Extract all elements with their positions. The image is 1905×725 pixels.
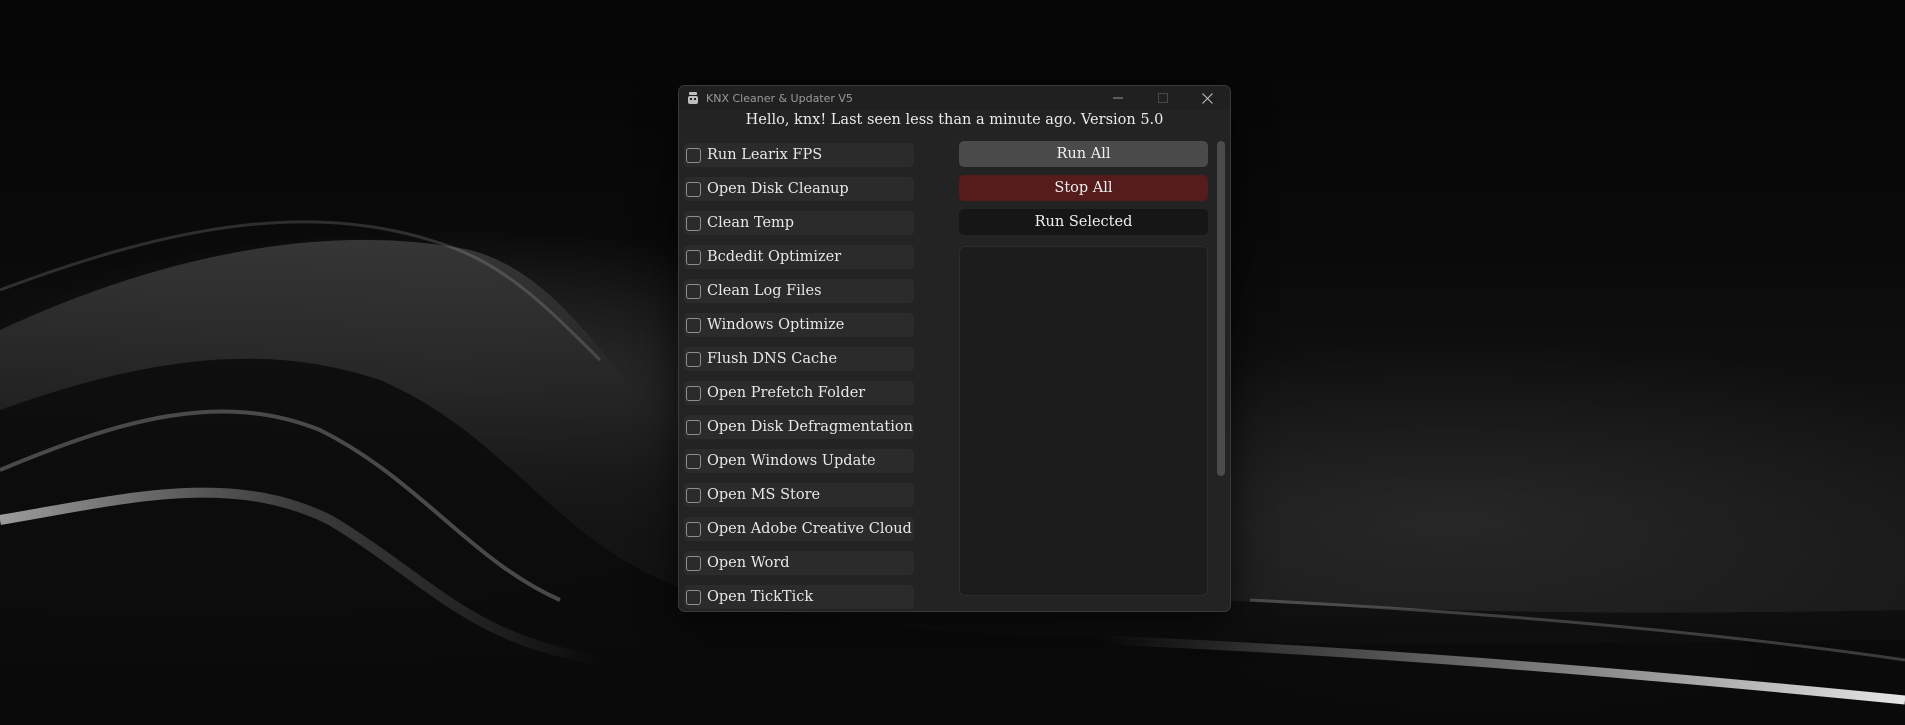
- task-checkbox-run-learix-fps[interactable]: Run Learix FPS: [684, 143, 914, 167]
- checkbox[interactable]: [686, 215, 701, 231]
- checkbox[interactable]: [686, 453, 701, 469]
- checkbox[interactable]: [686, 283, 701, 299]
- task-checkbox-open-prefetch-folder[interactable]: Open Prefetch Folder: [684, 381, 914, 405]
- task-label: Open Windows Update: [707, 453, 876, 469]
- app-window: KNX Cleaner & Updater V5 Hello, knx! Las…: [678, 85, 1231, 612]
- title-bar[interactable]: KNX Cleaner & Updater V5: [679, 86, 1230, 110]
- close-icon: [1202, 92, 1213, 104]
- checkbox[interactable]: [686, 589, 701, 605]
- checkbox[interactable]: [686, 419, 701, 435]
- close-button[interactable]: [1185, 86, 1230, 110]
- task-label: Open Disk Defragmentation: [707, 419, 913, 435]
- task-label: Run Learix FPS: [707, 147, 823, 163]
- task-checkbox-open-disk-defragmentation[interactable]: Open Disk Defragmentation: [684, 415, 914, 439]
- task-label: Clean Log Files: [707, 283, 822, 299]
- run-selected-button[interactable]: Run Selected: [959, 209, 1208, 235]
- scrollbar-thumb[interactable]: [1217, 141, 1225, 476]
- app-icon: [686, 91, 700, 105]
- task-checkbox-open-word[interactable]: Open Word: [684, 551, 914, 575]
- checkbox[interactable]: [686, 147, 701, 163]
- window-controls: [1095, 86, 1230, 110]
- desktop: KNX Cleaner & Updater V5 Hello, knx! Las…: [0, 0, 1905, 725]
- minimize-icon: [1112, 97, 1123, 99]
- checkbox[interactable]: [686, 555, 701, 571]
- task-checkbox-bcdedit-optimizer[interactable]: Bcdedit Optimizer: [684, 245, 914, 269]
- output-log-box[interactable]: [959, 246, 1208, 596]
- minimize-button[interactable]: [1095, 86, 1140, 110]
- task-label: Clean Temp: [707, 215, 795, 231]
- window-title: KNX Cleaner & Updater V5: [706, 91, 853, 105]
- task-checkbox-flush-dns-cache[interactable]: Flush DNS Cache: [684, 347, 914, 371]
- checkbox[interactable]: [686, 521, 701, 537]
- task-checkbox-open-ticktick[interactable]: Open TickTick: [684, 585, 914, 609]
- task-checkbox-open-ms-store[interactable]: Open MS Store: [684, 483, 914, 507]
- task-checklist: Run Learix FPS Open Disk Cleanup Clean T…: [684, 143, 924, 611]
- task-label: Flush DNS Cache: [707, 351, 838, 367]
- task-checkbox-clean-temp[interactable]: Clean Temp: [684, 211, 914, 235]
- task-checkbox-open-adobe-creative-cloud[interactable]: Open Adobe Creative Cloud: [684, 517, 914, 541]
- task-label: Open Prefetch Folder: [707, 385, 866, 401]
- checkbox[interactable]: [686, 487, 701, 503]
- task-checkbox-open-windows-update[interactable]: Open Windows Update: [684, 449, 914, 473]
- task-label: Bcdedit Optimizer: [707, 249, 842, 265]
- task-label: Open Adobe Creative Cloud: [707, 521, 912, 537]
- task-label: Open TickTick: [707, 589, 814, 605]
- maximize-icon: [1157, 93, 1168, 103]
- task-checkbox-windows-optimize[interactable]: Windows Optimize: [684, 313, 914, 337]
- task-label: Windows Optimize: [707, 317, 845, 333]
- task-label: Open MS Store: [707, 487, 821, 503]
- task-label: Open Disk Cleanup: [707, 181, 849, 197]
- run-all-button[interactable]: Run All: [959, 141, 1208, 167]
- checkbox[interactable]: [686, 351, 701, 367]
- checkbox[interactable]: [686, 181, 701, 197]
- maximize-button[interactable]: [1140, 86, 1185, 110]
- checkbox[interactable]: [686, 249, 701, 265]
- greeting-text: Hello, knx! Last seen less than a minute…: [745, 112, 1164, 128]
- task-checkbox-open-disk-cleanup[interactable]: Open Disk Cleanup: [684, 177, 914, 201]
- task-checkbox-clean-log-files[interactable]: Clean Log Files: [684, 279, 914, 303]
- checkbox[interactable]: [686, 385, 701, 401]
- checkbox[interactable]: [686, 317, 701, 333]
- stop-all-button[interactable]: Stop All: [959, 175, 1208, 201]
- task-label: Open Word: [707, 555, 790, 571]
